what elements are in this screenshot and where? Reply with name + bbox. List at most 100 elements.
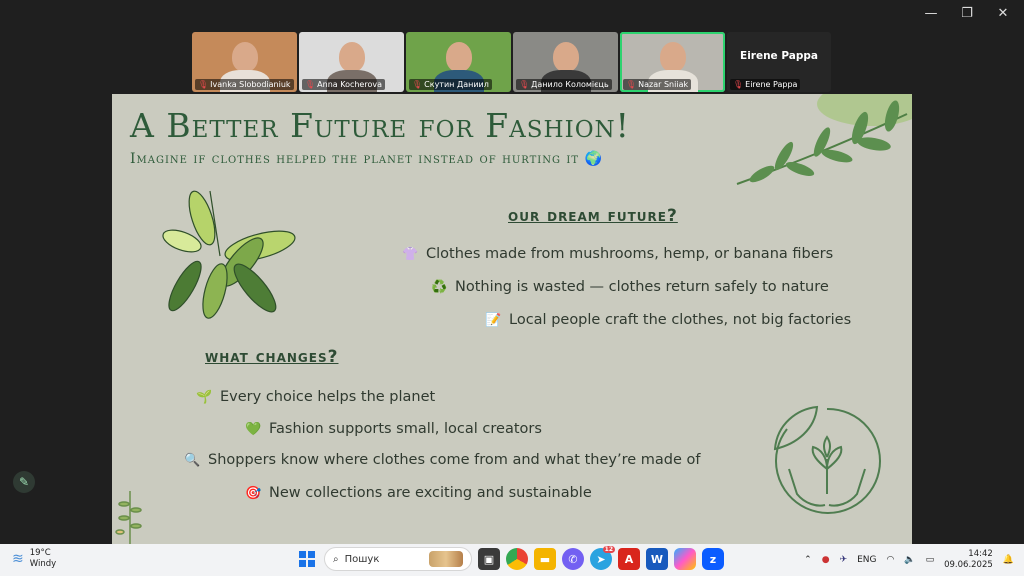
participant-name: 🎙 Nazar Sniiak — [623, 79, 692, 90]
list-item: 📝 Local people craft the clothes, not bi… — [485, 312, 851, 328]
restore-icon[interactable]: ❐ — [960, 6, 974, 21]
section-heading-what-changes: what changes? — [205, 347, 339, 367]
annotate-pen-button[interactable]: ✎ — [13, 471, 35, 493]
list-item-text: New collections are exciting and sustain… — [269, 485, 592, 501]
list-item: 👚 Clothes made from mushrooms, hemp, or … — [402, 246, 833, 262]
participant-name-text: Eirene Pappa — [745, 80, 798, 89]
weather-text: 19°C Windy — [30, 548, 56, 570]
avatar — [659, 42, 686, 72]
file-explorer-icon[interactable]: ▬ — [534, 548, 556, 570]
participant-name-text: Ivanka Slobodianiuk — [210, 80, 291, 89]
avatar — [552, 42, 579, 72]
participant-name-text: Anna Kocherova — [317, 80, 382, 89]
participant-tile[interactable]: 🎙 Ivanka Slobodianiuk — [192, 32, 297, 92]
participant-name: 🎙 Anna Kocherova — [302, 79, 385, 90]
telegram-icon[interactable]: ➤ 12 — [590, 546, 615, 570]
participant-name: 🎙 Данило Коломієць — [516, 79, 612, 90]
list-item-text: Fashion supports small, local creators — [269, 421, 542, 437]
clock[interactable]: 14:42 09.06.2025 — [944, 549, 993, 571]
taskbar-search[interactable]: ⌕ Пошук — [324, 547, 472, 571]
recycle-icon: ♻️ — [431, 279, 448, 295]
search-highlight-image — [429, 551, 463, 567]
weather-widget[interactable]: ≋ 19°C Windy — [12, 548, 56, 570]
participant-tile[interactable]: 🎙 Данило Коломієць — [513, 32, 618, 92]
participants-strip: 🎙 Ivanka Slobodianiuk 🎙 Anna Kocherova 🎙 Ск… — [192, 32, 831, 92]
search-placeholder: Пошук — [344, 553, 380, 565]
host-tile[interactable]: Eirene Pappa 🎙 Eirene Pappa — [727, 32, 831, 92]
slide-title: A Better Future for Fashion! — [130, 106, 630, 145]
search-icon: ⌕ — [333, 553, 339, 565]
wind-icon: ≋ — [12, 551, 24, 567]
windows-taskbar: ≋ 19°C Windy ⌕ Пошук ▣ ▬ ✆ ➤12 A W z ⌃ — [0, 544, 1024, 576]
list-item-text: Every choice helps the planet — [220, 389, 436, 405]
battery-icon[interactable]: ▭ — [926, 555, 935, 565]
target-icon: 🎯 — [245, 485, 262, 501]
word-icon[interactable]: W — [646, 548, 668, 570]
section-heading-dream-future: our dream future? — [508, 206, 678, 226]
task-view-icon[interactable]: ▣ — [478, 548, 500, 570]
participant-tile-active-speaker[interactable]: 🎙 Nazar Sniiak — [620, 32, 725, 92]
participant-name: 🎙 Скутин Даниил — [409, 79, 492, 90]
mic-muted-icon: 🎙 — [305, 80, 316, 89]
participant-name: 🎙 Ivanka Slobodianiuk — [195, 79, 294, 90]
tray-app-icon[interactable]: ✈ — [840, 555, 848, 565]
chevron-up-icon[interactable]: ⌃ — [804, 555, 812, 565]
copilot-icon[interactable] — [674, 548, 696, 570]
avatar — [445, 42, 472, 72]
green-heart-icon: 💚 — [245, 421, 262, 437]
minimize-icon[interactable]: — — [924, 6, 938, 21]
participant-tile[interactable]: 🎙 Скутин Даниил — [406, 32, 511, 92]
list-item-text: Clothes made from mushrooms, hemp, or ba… — [426, 246, 834, 262]
participant-name-text: Данило Коломієць — [531, 80, 609, 89]
list-item: 💚 Fashion supports small, local creators — [245, 421, 542, 437]
start-tile — [308, 551, 315, 558]
notification-badge: 12 — [602, 546, 615, 553]
close-icon[interactable]: ✕ — [996, 6, 1010, 21]
viber-icon[interactable]: ✆ — [562, 548, 584, 570]
zoom-icon[interactable]: z — [702, 548, 724, 570]
list-item: 🎯 New collections are exciting and susta… — [245, 485, 592, 501]
taskbar-apps: ⌕ Пошук ▣ ▬ ✆ ➤ 12 A W z — [296, 546, 724, 571]
weather-temp: 19°C — [29, 548, 51, 558]
branch-illustration-icon — [736, 94, 912, 185]
weather-desc: Windy — [29, 559, 57, 569]
mic-muted-icon: 🎙 — [733, 80, 744, 89]
mic-muted-icon: 🎙 — [412, 80, 423, 89]
start-button[interactable] — [296, 548, 318, 570]
leaf-illustration-icon — [162, 190, 296, 319]
volume-icon[interactable]: 🔈 — [904, 555, 915, 565]
slide-subtitle: Imagine if clothes helped the planet ins… — [130, 151, 603, 167]
chrome-icon[interactable] — [506, 548, 528, 570]
list-item-text: Shoppers know where clothes come from an… — [208, 452, 701, 468]
list-item-text: Local people craft the clothes, not big … — [509, 312, 852, 328]
memo-icon: 📝 — [485, 312, 502, 328]
window-controls: — ❐ ✕ — [924, 6, 1010, 21]
grass-decoration-icon — [115, 491, 142, 544]
hands-plant-circle-icon — [773, 405, 881, 514]
start-tile — [308, 560, 315, 567]
tray-app-icon[interactable]: ● — [822, 555, 830, 565]
host-big-name: Eirene Pappa — [740, 50, 818, 62]
participant-name: 🎙 Eirene Pappa — [730, 79, 801, 90]
participant-tile[interactable]: 🎙 Anna Kocherova — [299, 32, 404, 92]
acrobat-icon[interactable]: A — [618, 548, 640, 570]
zoom-meeting-window: — ❐ ✕ 🎙 Ivanka Slobodianiuk 🎙 Anna Kochero… — [0, 0, 1024, 576]
system-tray: ⌃ ● ✈ ENG ◠ 🔈 ▭ 14:42 09.06.2025 🔔 — [804, 549, 1014, 571]
magnifier-icon: 🔍 — [184, 452, 201, 468]
participant-name-text: Nazar Sniiak — [638, 80, 689, 89]
mic-muted-icon: 🎙 — [519, 80, 530, 89]
participant-name-text: Скутин Даниил — [424, 80, 489, 89]
start-tile — [299, 560, 306, 567]
shared-screen-slide: A Better Future for Fashion! Imagine if … — [112, 94, 912, 544]
list-item: 🔍 Shoppers know where clothes come from … — [184, 452, 700, 468]
list-item: 🌱 Every choice helps the planet — [196, 389, 435, 405]
wifi-icon[interactable]: ◠ — [887, 555, 895, 565]
mic-muted-icon: 🎙 — [198, 80, 209, 89]
clock-time: 14:42 — [968, 549, 993, 559]
seedling-icon: 🌱 — [196, 389, 213, 405]
avatar — [338, 42, 365, 72]
language-indicator[interactable]: ENG — [857, 555, 876, 565]
mic-muted-icon: 🎙 — [626, 80, 637, 89]
notifications-icon[interactable]: 🔔 — [1003, 555, 1014, 565]
shirt-icon: 👚 — [402, 246, 419, 262]
